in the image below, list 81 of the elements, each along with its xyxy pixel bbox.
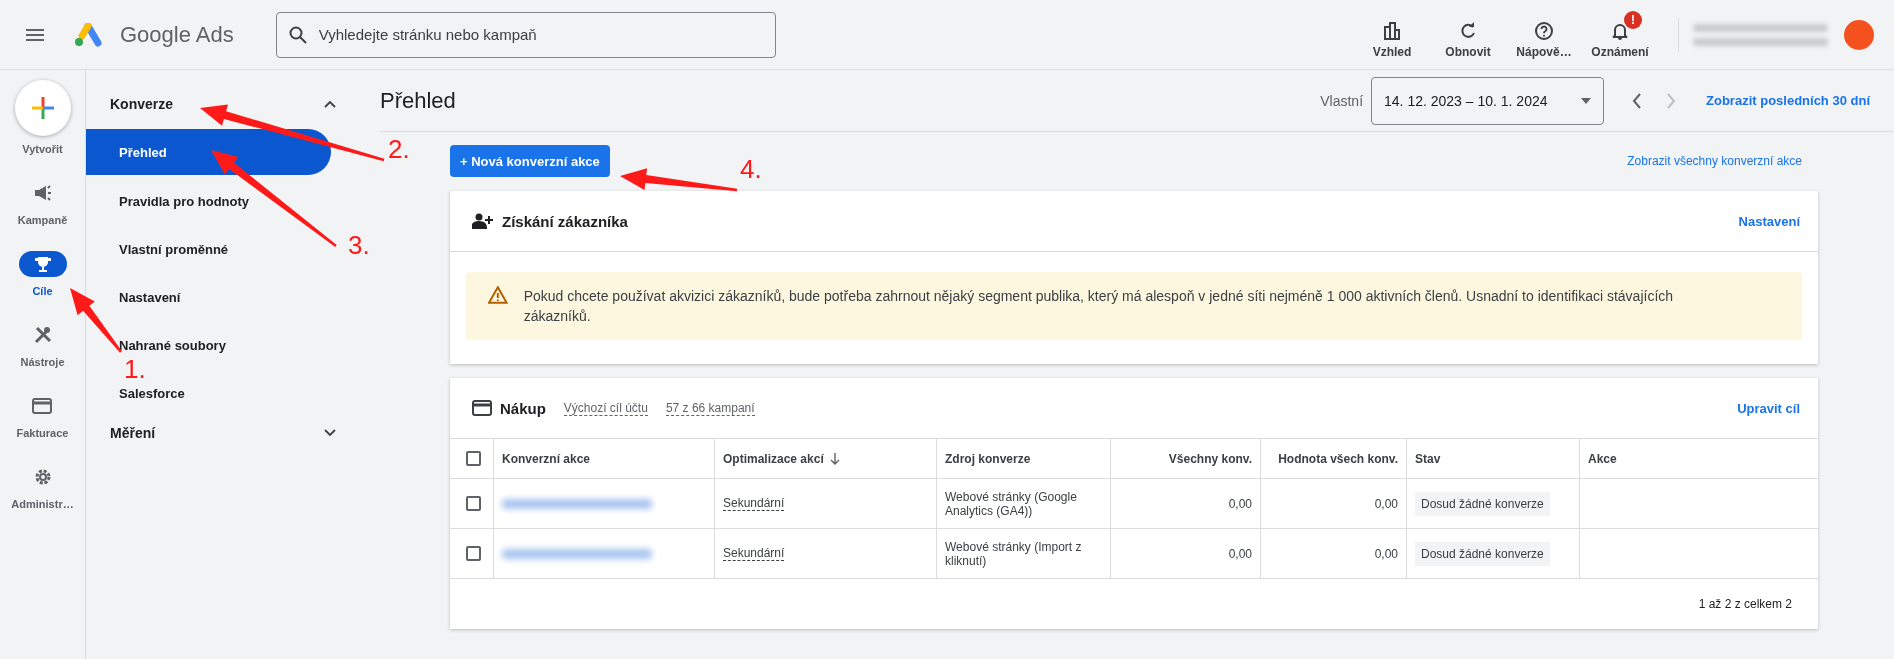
annotation-number: 3. — [348, 232, 370, 258]
column-header[interactable]: Stav — [1406, 439, 1579, 479]
nav-item[interactable]: Salesforce — [119, 383, 185, 403]
rail-item[interactable]: Administr… — [11, 464, 74, 510]
table-cell: 0,00 — [1260, 529, 1406, 579]
credit-card-icon — [472, 400, 492, 416]
edit-goal-link[interactable]: Upravit cíl — [1737, 400, 1800, 416]
status-chip: Dosud žádné konverze — [1415, 491, 1550, 516]
chevron-down-icon — [324, 429, 336, 437]
card-title: Získání zákazníka — [502, 212, 628, 230]
nav-section[interactable]: Měření — [86, 416, 356, 450]
sort-arrow-icon — [829, 452, 840, 465]
product-name: Google Ads — [120, 21, 234, 48]
view-all-link[interactable]: Zobrazit všechny konverzní akce — [1627, 154, 1802, 168]
warning-icon — [488, 286, 508, 304]
chart-icon — [1382, 20, 1402, 41]
table-cell: 0,00 — [1260, 479, 1406, 529]
row-checkbox[interactable] — [466, 496, 481, 511]
plus-icon — [30, 96, 55, 120]
table-cell: Sekundární — [723, 496, 785, 511]
trophy-icon — [33, 255, 52, 273]
column-header[interactable]: Optimalizace akcí — [714, 439, 936, 479]
card-title: Nákup — [500, 399, 546, 417]
help-icon — [1534, 20, 1554, 41]
menu-icon[interactable] — [26, 28, 44, 41]
date-range-select[interactable]: 14. 12. 2023 – 10. 1. 2024 — [1371, 76, 1605, 125]
nav-section[interactable]: Konverze — [86, 87, 356, 121]
nav-item[interactable]: Nastavení — [119, 287, 181, 307]
column-header[interactable]: Konverzní akce — [493, 439, 714, 479]
rail-item[interactable]: Nástroje — [18, 322, 67, 368]
warning-text: Pokud chcete používat akvizici zákazníků, bude potřeba zahrnout nějaký segment publika, který má alespoň v jedné síti nejméně 1 000 aktivních členů. Usnadní to identifikaci stávajících zákazníků. — [523, 287, 1675, 326]
toolbar-button[interactable]: Nápově… — [1508, 8, 1580, 61]
tools-icon — [32, 325, 53, 345]
range-label: Vlastní — [1320, 92, 1364, 109]
table-cell: 0,00 — [1110, 479, 1260, 529]
annotation-number: 4. — [740, 156, 762, 182]
rail-item[interactable]: Fakturace — [16, 393, 69, 439]
credit-card-icon — [32, 398, 53, 414]
column-header[interactable]: Hodnota všech konv. — [1260, 439, 1406, 479]
search-field[interactable]: Vyhledejte stránku nebo kampaň — [275, 11, 776, 58]
search-icon — [288, 25, 307, 44]
row-checkbox[interactable] — [466, 546, 481, 561]
nav-item[interactable]: Přehled — [86, 129, 331, 175]
table-cell: Webové stránky (Google Analytics (GA4)) — [936, 479, 1110, 529]
table-cell: Webové stránky (Import z kliknutí) — [936, 529, 1110, 579]
chevron-left-icon — [1632, 92, 1643, 109]
toolbar-button[interactable]: Vzhled — [1356, 8, 1428, 61]
toolbar-button[interactable]: Oznámení ! — [1584, 8, 1656, 61]
table-cell: Sekundární — [723, 546, 785, 561]
column-header[interactable]: Akce — [1579, 439, 1818, 479]
page-title: Přehled — [380, 87, 457, 114]
add-person-icon — [472, 213, 494, 229]
column-header[interactable]: Zdroj konverze — [936, 439, 1110, 479]
last-30-days-link[interactable]: Zobrazit posledních 30 dní — [1706, 93, 1870, 108]
nav-item[interactable]: Nahrané soubory — [119, 335, 226, 355]
annotation-arrow — [70, 288, 122, 353]
settings-link[interactable]: Nastavení — [1738, 213, 1800, 229]
search-input[interactable]: Vyhledejte stránku nebo kampaň — [316, 25, 763, 44]
nav-item[interactable]: Pravidla pro hodnoty — [119, 191, 249, 211]
rail-item[interactable]: Kampaně — [17, 180, 68, 226]
annotation-number: 2. — [388, 136, 410, 162]
refresh-icon — [1458, 20, 1478, 41]
chevron-right-icon — [1666, 92, 1677, 109]
avatar[interactable] — [1844, 19, 1874, 50]
status-chip: Dosud žádné konverze — [1415, 541, 1550, 566]
chevron-up-icon — [324, 100, 336, 108]
megaphone-icon — [32, 184, 53, 202]
select-all-checkbox[interactable] — [466, 451, 481, 466]
new-conversion-button[interactable]: + Nová konverzní akce — [450, 145, 610, 177]
notification-badge: ! — [1624, 10, 1642, 29]
table-cell: 0,00 — [1110, 529, 1260, 579]
dropdown-icon — [1581, 97, 1592, 104]
goal-tag[interactable]: Výchozí cíl účtu — [563, 400, 648, 416]
goal-tag[interactable]: 57 z 66 kampaní — [665, 400, 755, 416]
column-header[interactable]: Všechny konv. — [1110, 439, 1260, 479]
create-label: Vytvořit — [22, 143, 63, 155]
pagination-text: 1 až 2 z celkem 2 — [1698, 597, 1792, 611]
toolbar-button[interactable]: Obnovit — [1432, 8, 1504, 61]
logo-icon — [74, 22, 102, 47]
nav-item[interactable]: Vlastní proměnné — [119, 239, 229, 259]
annotation-number: 1. — [124, 356, 146, 382]
